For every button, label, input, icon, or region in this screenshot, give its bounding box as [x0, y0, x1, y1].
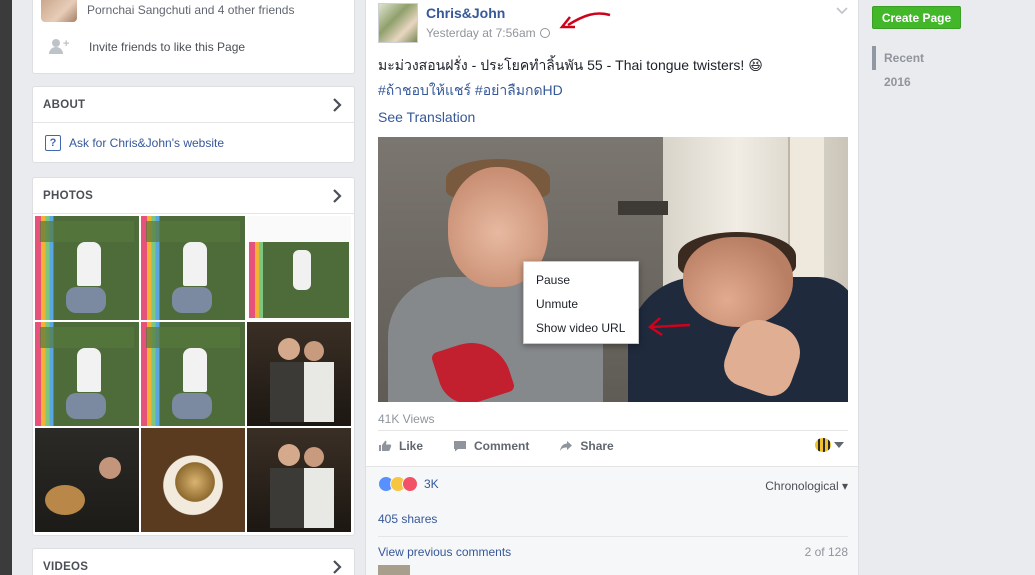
chevron-right-icon: [333, 98, 342, 112]
love-reaction-icon: [402, 476, 418, 492]
sort-label: Chronological: [765, 479, 839, 493]
photos-card: PHOTOS: [32, 177, 355, 536]
photo-thumbnail[interactable]: [141, 216, 245, 320]
post-card: Chris&John Yesterday at 7:56am มะม่วงสอน…: [365, 0, 859, 575]
reaction-selector[interactable]: [815, 438, 844, 452]
red-arrow-annotation-icon: [559, 12, 611, 29]
about-card: ABOUT ? Ask for Chris&John's website: [32, 86, 355, 163]
post-timestamp-text: Yesterday at 7:56am: [426, 26, 536, 40]
like-button[interactable]: Like: [378, 439, 423, 453]
menu-item-pause[interactable]: Pause: [524, 268, 638, 292]
photo-thumbnail[interactable]: [247, 216, 351, 320]
menu-item-unmute[interactable]: Unmute: [524, 292, 638, 316]
ask-website-text: Ask for Chris&John's website: [69, 136, 225, 150]
thumbs-up-icon: [379, 440, 392, 451]
about-header[interactable]: ABOUT: [33, 87, 354, 123]
comment-sort-dropdown[interactable]: Chronological ▾: [765, 479, 848, 493]
post-author[interactable]: Chris&John: [426, 5, 505, 21]
invite-friends-text: Invite friends to like this Page: [89, 40, 246, 54]
photo-thumbnail[interactable]: [35, 322, 139, 426]
videos-title: VIDEOS: [43, 561, 89, 573]
photo-thumbnail[interactable]: [247, 428, 351, 532]
menu-item-show-video-url[interactable]: Show video URL: [524, 316, 638, 340]
share-label: Share: [580, 438, 614, 453]
shares-link[interactable]: 405 shares: [378, 512, 848, 537]
friend-avatar: [41, 0, 77, 22]
photo-thumbnail[interactable]: [35, 428, 139, 532]
photo-thumbnail[interactable]: [141, 322, 245, 426]
author-avatar[interactable]: [378, 3, 418, 43]
comment-label: Comment: [474, 438, 530, 453]
comment-count: 2 of 128: [804, 545, 848, 559]
shares-text: 405 shares: [378, 512, 438, 526]
timeline-item-2016[interactable]: 2016: [872, 70, 992, 94]
photo-grid: [35, 216, 352, 532]
post-text-content: มะม่วงสอนฝรั่ง - ประโยคทำลิ้นพัน 55 - Th…: [378, 57, 763, 73]
window-edge: [0, 0, 12, 575]
likes-card: Pornchai Sangchuti and 4 other friends +…: [32, 0, 355, 74]
share-arrow-icon: [560, 440, 573, 451]
question-icon: ?: [45, 135, 61, 151]
post-text: มะม่วงสอนฝรั่ง - ประโยคทำลิ้นพัน 55 - Th…: [378, 55, 763, 77]
commenter-avatar[interactable]: [378, 565, 410, 575]
photo-thumbnail[interactable]: [141, 428, 245, 532]
comment-icon: [454, 440, 467, 451]
ufi-section: 3K Chronological ▾ 405 shares View previ…: [366, 466, 858, 575]
video-context-menu: Pause Unmute Show video URL: [523, 261, 639, 344]
photo-thumbnail[interactable]: [35, 216, 139, 320]
add-friend-icon: +: [49, 39, 71, 55]
chevron-right-icon: [333, 189, 342, 203]
post-timestamp[interactable]: Yesterday at 7:56am: [426, 26, 550, 40]
caret-down-icon: [834, 442, 844, 448]
comment-button[interactable]: Comment: [453, 439, 529, 453]
reaction-count: 3K: [424, 477, 439, 491]
videos-card: VIDEOS: [32, 548, 355, 575]
videos-header[interactable]: VIDEOS: [33, 549, 354, 575]
video-player[interactable]: Pause Unmute Show video URL: [378, 137, 848, 402]
friends-likes-text: Pornchai Sangchuti and 4 other friends: [87, 3, 295, 17]
chevron-right-icon: [333, 560, 342, 574]
reactions-summary[interactable]: 3K: [378, 476, 439, 492]
post-hashtags[interactable]: #ถ้าชอบให้แชร์ #อย่าลืมกดHD: [378, 80, 563, 102]
share-button[interactable]: Share: [559, 438, 614, 453]
red-arrow-annotation-icon: [647, 317, 691, 337]
timeline-nav: Recent 2016: [872, 46, 992, 94]
friends-likes-row[interactable]: Pornchai Sangchuti and 4 other friends: [41, 0, 294, 22]
timeline-item-recent[interactable]: Recent: [872, 46, 992, 70]
comment-preview: [378, 565, 848, 575]
chevron-down-icon[interactable]: [836, 7, 848, 15]
create-page-button[interactable]: Create Page: [872, 6, 961, 29]
bee-icon: [815, 438, 831, 452]
globe-icon: [539, 28, 550, 38]
view-previous-comments-link[interactable]: View previous comments: [378, 545, 511, 559]
view-count: 41K Views: [378, 412, 435, 426]
caret-down-icon: ▾: [838, 479, 848, 493]
about-title: ABOUT: [43, 98, 86, 111]
photo-thumbnail[interactable]: [247, 322, 351, 426]
post-action-bar: Like Comment Share: [378, 430, 848, 460]
like-label: Like: [399, 438, 424, 453]
ask-website-link[interactable]: ? Ask for Chris&John's website: [45, 135, 224, 151]
photos-header[interactable]: PHOTOS: [33, 178, 354, 214]
photos-title: PHOTOS: [43, 189, 94, 202]
invite-friends-link[interactable]: + Invite friends to like this Page: [49, 39, 245, 55]
see-translation-link[interactable]: See Translation: [378, 109, 475, 125]
